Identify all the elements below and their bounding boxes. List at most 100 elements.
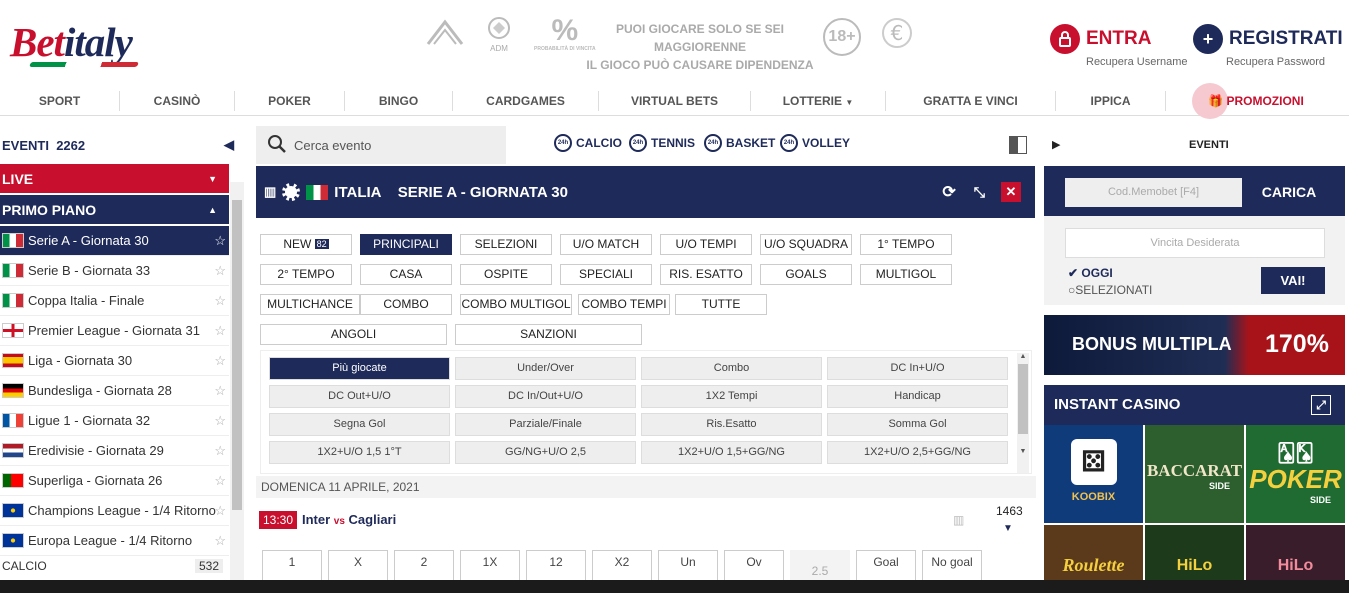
market-tab[interactable]: GOALS: [760, 264, 852, 285]
caret-down-icon[interactable]: ▼: [1003, 523, 1013, 534]
expand-icon[interactable]: ⤢: [1311, 395, 1331, 415]
collapse-left-icon[interactable]: ◀: [224, 137, 234, 153]
league-item[interactable]: Premier League - Giornata 31 ☆: [0, 316, 229, 346]
betitaly-logo[interactable]: Betitaly: [10, 18, 133, 66]
search-input[interactable]: Cerca evento: [294, 138, 371, 153]
market-tab[interactable]: RIS. ESATTO: [660, 264, 752, 285]
star-icon[interactable]: ☆: [214, 503, 226, 519]
entra-button[interactable]: ENTRA: [1050, 24, 1151, 54]
market-tab[interactable]: 2° TEMPO: [260, 264, 352, 285]
market-tab[interactable]: SANZIONI: [455, 324, 642, 345]
game-hilo[interactable]: HiLo: [1145, 525, 1244, 580]
nav-ippica[interactable]: IPPICA: [1056, 90, 1166, 111]
nav-promozioni[interactable]: 🎁 PROMOZIONI: [1166, 82, 1346, 119]
close-icon[interactable]: ✕: [1001, 182, 1021, 202]
vai-button[interactable]: VAI!: [1261, 267, 1325, 294]
memobet-input[interactable]: Cod.Memobet [F4]: [1065, 178, 1242, 207]
nav-virtual-bets[interactable]: VIRTUAL BETS: [599, 90, 751, 111]
nav-gratta-e-vinci[interactable]: GRATTA E VINCI: [886, 90, 1056, 111]
league-item[interactable]: Europa League - 1/4 Ritorno ☆: [0, 526, 229, 556]
game-baccarat[interactable]: BACCARAT SIDE: [1145, 425, 1244, 523]
primo-piano-section[interactable]: PRIMO PIANO ▲: [0, 195, 229, 224]
market-tab[interactable]: U/O TEMPI: [660, 234, 752, 255]
layout-toggle-icon[interactable]: [1009, 136, 1027, 154]
market-tab[interactable]: CASA: [360, 264, 452, 285]
submarket-button[interactable]: GG/NG+U/O 2,5: [455, 441, 636, 464]
league-item[interactable]: Serie B - Giornata 33 ☆: [0, 256, 229, 286]
submarket-button[interactable]: Combo: [641, 357, 822, 380]
star-icon[interactable]: ☆: [214, 443, 226, 459]
match-row[interactable]: 13:30 Inter vs Cagliari ▥ 1463 ▼: [256, 501, 1036, 541]
registrati-button[interactable]: + REGISTRATI: [1193, 24, 1343, 54]
collapse-icon[interactable]: ⤡: [974, 184, 985, 201]
star-icon[interactable]: ☆: [214, 533, 226, 549]
submarket-button[interactable]: Handicap: [827, 385, 1008, 408]
league-item[interactable]: Coppa Italia - Finale ☆: [0, 286, 229, 316]
quick-tennis[interactable]: 24h TENNIS: [629, 134, 695, 152]
star-icon[interactable]: ☆: [214, 383, 226, 399]
market-tab[interactable]: SELEZIONI: [460, 234, 552, 255]
league-item[interactable]: Superliga - Giornata 26 ☆: [0, 466, 229, 496]
star-icon[interactable]: ☆: [214, 233, 226, 249]
league-item[interactable]: Bundesliga - Giornata 28 ☆: [0, 376, 229, 406]
market-tab[interactable]: PRINCIPALI: [360, 234, 452, 255]
refresh-icon[interactable]: ⟳: [942, 182, 955, 202]
submarket-button[interactable]: Somma Gol: [827, 413, 1008, 436]
market-tab[interactable]: COMBO MULTIGOL: [460, 294, 572, 315]
market-tab[interactable]: OSPITE: [460, 264, 552, 285]
quick-calcio[interactable]: 24h CALCIO: [554, 134, 622, 152]
oggi-radio[interactable]: ✔ OGGI: [1068, 266, 1113, 280]
sidebar-scrollbar[interactable]: [230, 182, 244, 592]
nav-casino[interactable]: CASINÒ: [120, 90, 235, 111]
submarket-button[interactable]: 1X2+U/O 1,5 1°T: [269, 441, 450, 464]
expand-right-icon[interactable]: ▶: [1052, 138, 1060, 151]
submarket-scrollbar[interactable]: ▲ ▼: [1017, 353, 1029, 473]
carica-button[interactable]: CARICA: [1249, 178, 1329, 207]
submarket-button[interactable]: 1X2+U/O 2,5+GG/NG: [827, 441, 1008, 464]
stats-icon[interactable]: ▥: [953, 513, 964, 527]
submarket-button[interactable]: Under/Over: [455, 357, 636, 380]
game-hilo-2[interactable]: HiLo: [1246, 525, 1345, 580]
submarket-button[interactable]: Ris.Esatto: [641, 413, 822, 436]
quick-basket[interactable]: 24h BASKET: [704, 134, 775, 152]
league-item[interactable]: Ligue 1 - Giornata 32 ☆: [0, 406, 229, 436]
vincita-input[interactable]: Vincita Desiderata: [1065, 228, 1325, 258]
star-icon[interactable]: ☆: [214, 353, 226, 369]
stats-icon[interactable]: ▥: [264, 184, 276, 200]
market-tab[interactable]: NEW 82: [260, 234, 352, 255]
nav-cardgames[interactable]: CARDGAMES: [453, 90, 599, 111]
market-tab[interactable]: U/O SQUADRA: [760, 234, 852, 255]
calcio-section[interactable]: CALCIO 532: [0, 556, 229, 576]
star-icon[interactable]: ☆: [214, 293, 226, 309]
market-tab[interactable]: ANGOLI: [260, 324, 447, 345]
recupera-username-link[interactable]: Recupera Username: [1086, 56, 1188, 68]
game-koobix[interactable]: ⚄ KOOBIX: [1044, 425, 1143, 523]
game-roulette[interactable]: Roulette: [1044, 525, 1143, 580]
submarket-button[interactable]: Più giocate: [269, 357, 450, 380]
star-icon[interactable]: ☆: [214, 413, 226, 429]
search-bar[interactable]: Cerca evento: [256, 126, 506, 164]
star-icon[interactable]: ☆: [214, 263, 226, 279]
selezionati-radio[interactable]: ○SELEZIONATI: [1068, 283, 1152, 297]
market-tab[interactable]: MULTICHANCE: [260, 294, 360, 315]
game-poker[interactable]: 🂡🂮 POKER SIDE: [1246, 425, 1345, 523]
bonus-multipla-banner[interactable]: BONUS MULTIPLA 170%: [1044, 315, 1345, 375]
recupera-password-link[interactable]: Recupera Password: [1226, 56, 1325, 68]
submarket-button[interactable]: DC Out+U/O: [269, 385, 450, 408]
market-tab[interactable]: U/O MATCH: [560, 234, 652, 255]
market-tab[interactable]: SPECIALI: [560, 264, 652, 285]
nav-sport[interactable]: SPORT: [0, 90, 120, 111]
market-tab[interactable]: COMBO: [360, 294, 452, 315]
league-item[interactable]: Eredivisie - Giornata 29 ☆: [0, 436, 229, 466]
quick-volley[interactable]: 24h VOLLEY: [780, 134, 850, 152]
market-tab[interactable]: TUTTE: [675, 294, 767, 315]
nav-poker[interactable]: POKER: [235, 90, 345, 111]
market-tab[interactable]: 1° TEMPO: [860, 234, 952, 255]
submarket-button[interactable]: Parziale/Finale: [455, 413, 636, 436]
scrollbar-thumb[interactable]: [232, 200, 242, 510]
market-tab[interactable]: MULTIGOL: [860, 264, 952, 285]
league-item[interactable]: Serie A - Giornata 30 ☆: [0, 226, 229, 256]
league-item[interactable]: Champions League - 1/4 Ritorno ☆: [0, 496, 229, 526]
market-tab[interactable]: COMBO TEMPI: [578, 294, 670, 315]
submarket-button[interactable]: 1X2+U/O 1,5+GG/NG: [641, 441, 822, 464]
